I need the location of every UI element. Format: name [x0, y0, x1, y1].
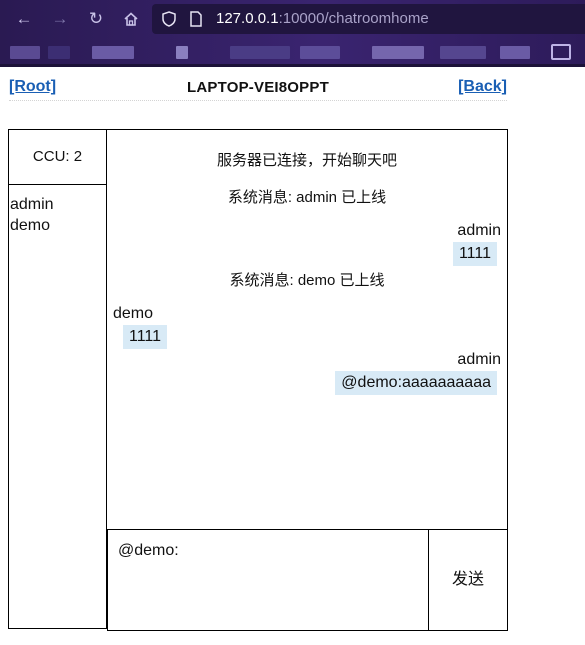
page-header: LAPTOP-VEI8OPPT [Root] [Back] — [9, 78, 507, 101]
message-sender: admin — [457, 351, 501, 368]
online-user-list: admin demo — [10, 194, 54, 236]
address-bar[interactable]: 127.0.0.1:10000/chatroomhome — [152, 4, 585, 34]
message-sender: demo — [113, 305, 154, 322]
bookmarks-bar — [0, 40, 585, 62]
send-button[interactable]: 发送 — [428, 529, 508, 631]
message-bubble: 1111 — [123, 325, 168, 349]
browser-toolbar: ← → ↻ 127.0.0.1:10000/chatroomhome — [0, 0, 585, 67]
bookmark-item[interactable] — [92, 46, 134, 59]
ccu-counter: CCU: 2 — [9, 130, 106, 185]
message-sender: admin — [457, 222, 501, 239]
url-path: :10000/chatroomhome — [278, 10, 429, 27]
system-message: 系统消息: demo 已上线 — [229, 272, 385, 289]
forward-arrow-icon[interactable]: → — [49, 8, 71, 30]
bookmark-item[interactable] — [10, 46, 40, 59]
bookmark-item[interactable] — [500, 46, 530, 59]
folder-icon[interactable] — [551, 44, 571, 60]
back-link[interactable]: [Back] — [458, 78, 507, 96]
url-host: 127.0.0.1 — [216, 10, 279, 27]
toolbar-divider — [0, 64, 585, 67]
system-message: 服务器已连接，开始聊天吧 — [216, 152, 397, 169]
shield-icon[interactable] — [162, 11, 176, 32]
page-icon[interactable] — [189, 11, 203, 32]
home-icon[interactable] — [120, 8, 142, 30]
root-link[interactable]: [Root] — [9, 78, 56, 96]
message-input[interactable]: @demo: — [108, 530, 428, 630]
user-item[interactable]: admin — [10, 194, 54, 215]
back-arrow-icon[interactable]: ← — [13, 8, 35, 30]
bookmark-item[interactable] — [440, 46, 486, 59]
bookmark-item[interactable] — [372, 46, 424, 59]
message-bubble: @demo:aaaaaaaaaa — [335, 371, 497, 395]
user-item[interactable]: demo — [10, 215, 54, 236]
message-panel: 服务器已连接，开始聊天吧 系统消息: admin 已上线 admin 1111 … — [107, 129, 508, 530]
bookmark-item[interactable] — [300, 46, 340, 59]
url-text: 127.0.0.1:10000/chatroomhome — [216, 10, 429, 27]
bookmark-item[interactable] — [230, 46, 290, 59]
message-bubble: 1111 — [452, 242, 497, 266]
host-title: LAPTOP-VEI8OPPT — [187, 79, 329, 96]
user-panel: CCU: 2 admin demo — [8, 129, 107, 629]
reload-icon[interactable]: ↻ — [85, 8, 107, 30]
bookmark-item[interactable] — [176, 46, 188, 59]
system-message: 系统消息: admin 已上线 — [227, 189, 387, 206]
message-input-box[interactable]: @demo: — [107, 529, 429, 631]
bookmark-item[interactable] — [48, 46, 70, 59]
